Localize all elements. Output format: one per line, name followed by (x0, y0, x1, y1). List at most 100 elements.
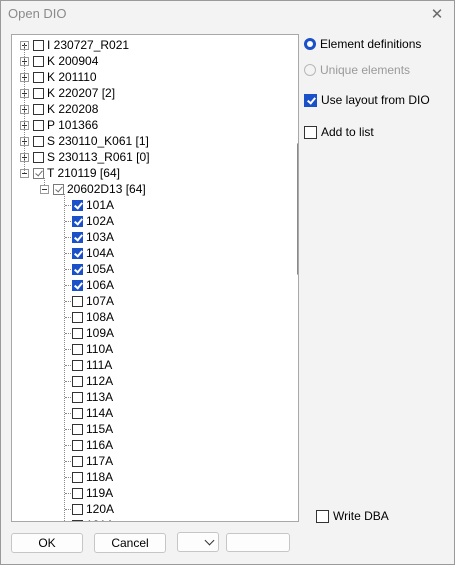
ok-button[interactable]: OK (11, 533, 83, 553)
tree-item-label: K 200904 (47, 54, 99, 68)
tree-item-label: 103A (86, 230, 115, 244)
checkbox-checked-icon[interactable] (72, 199, 83, 211)
tree-item-label: I 230727_R021 (47, 38, 130, 52)
tree-leaf[interactable]: 104A (72, 245, 114, 261)
tree-leaf[interactable]: 103A (72, 229, 114, 245)
checkbox-unchecked-icon[interactable] (72, 487, 83, 499)
tree-item[interactable]: S 230113_R061 [0] (20, 149, 150, 165)
tree-item-label: K 201110 (47, 70, 97, 84)
tree-leaf[interactable]: 105A (72, 261, 114, 277)
add-to-list-checkbox[interactable]: Add to list (304, 125, 374, 139)
checkbox-unchecked-icon[interactable] (72, 471, 83, 483)
checkbox-checked-icon[interactable] (72, 231, 83, 243)
element-definitions-radio[interactable]: Element definitions (304, 37, 421, 51)
tree-leaf[interactable]: 102A (72, 213, 114, 229)
tree-connector-line (65, 509, 71, 510)
checkbox-unchecked-icon[interactable] (33, 55, 44, 67)
tree-scrollbar[interactable] (297, 143, 298, 275)
tree-item[interactable]: P 101366 (20, 117, 98, 133)
checkbox-unchecked-icon[interactable] (72, 359, 83, 371)
tree-leaf[interactable]: 112A (72, 373, 113, 389)
tree-item-label: 113A (86, 390, 114, 404)
tree-leaf[interactable]: 119A (72, 485, 113, 501)
tree-connector-line (65, 413, 71, 414)
use-layout-checkbox[interactable]: Use layout from DIO (304, 93, 430, 107)
checkbox-unchecked-icon[interactable] (72, 439, 83, 451)
tree-connector-line (65, 477, 71, 478)
tree-item[interactable]: I 230727_R021 (20, 37, 129, 53)
checkbox-unchecked-icon[interactable] (33, 103, 44, 115)
format-dropdown[interactable] (177, 532, 219, 552)
tree-leaf[interactable]: 110A (72, 341, 113, 357)
tree-connector-line (65, 253, 71, 254)
checkbox-checked-icon[interactable] (72, 215, 83, 227)
tree-leaf[interactable]: 121A (72, 517, 114, 521)
checkbox-unchecked-icon (316, 509, 329, 523)
tree-leaf[interactable]: 120A (72, 501, 114, 517)
tree-item[interactable]: K 200904 (20, 53, 98, 69)
checkbox-unchecked-icon[interactable] (72, 503, 83, 515)
unique-elements-radio[interactable]: Unique elements (304, 63, 410, 77)
tree-leaf[interactable]: 111A (72, 357, 112, 373)
checkbox-unchecked-icon[interactable] (72, 407, 83, 419)
checkbox-unchecked-icon[interactable] (72, 295, 83, 307)
checkbox-unchecked-icon[interactable] (72, 375, 83, 387)
tree-leaf[interactable]: 106A (72, 277, 114, 293)
tree-item-label: P 101366 (47, 118, 99, 132)
checkbox-unchecked-icon[interactable] (72, 311, 83, 323)
tree-connector-line (65, 221, 71, 222)
tree-item[interactable]: T 210119 [64] (20, 165, 120, 181)
tree-leaf[interactable]: 115A (72, 421, 113, 437)
checkbox-unchecked-icon[interactable] (72, 519, 83, 521)
close-button[interactable]: ✕ (426, 3, 448, 25)
write-dba-checkbox[interactable]: Write DBA (316, 509, 389, 523)
tree-item[interactable]: S 230110_K061 [1] (20, 133, 149, 149)
tree-connector-line (65, 381, 71, 382)
checkbox-unchecked-icon[interactable] (72, 423, 83, 435)
tree-item[interactable]: 20602D13 [64] (40, 181, 146, 197)
checkbox-checked-icon[interactable] (72, 263, 83, 275)
checkbox-unchecked-icon[interactable] (72, 391, 83, 403)
tree-connector-line (65, 237, 71, 238)
tree-item[interactable]: K 201110 (20, 69, 97, 85)
tree-leaf[interactable]: 114A (72, 405, 113, 421)
checkbox-unchecked-icon[interactable] (33, 39, 44, 51)
checkbox-unchecked-icon[interactable] (33, 119, 44, 131)
tree-leaf[interactable]: 118A (72, 469, 113, 485)
checkbox-unchecked-icon[interactable] (33, 135, 44, 147)
tree-leaf[interactable]: 108A (72, 309, 114, 325)
tree-item-label: 121A (86, 518, 114, 521)
tree-item-label: K 220207 [2] (47, 86, 116, 100)
checkbox-unchecked-icon (304, 125, 317, 139)
checkbox-partial-icon[interactable] (33, 167, 44, 179)
tree-connector-line (64, 194, 65, 521)
tree-leaf[interactable]: 107A (72, 293, 114, 309)
checkbox-unchecked-icon[interactable] (72, 455, 83, 467)
tree-item-label: 104A (86, 246, 115, 260)
cancel-button[interactable]: Cancel (94, 533, 166, 553)
tree-item[interactable]: K 220208 (20, 101, 98, 117)
tree-connector-line (65, 493, 71, 494)
extra-button[interactable] (226, 533, 290, 552)
tree-leaf[interactable]: 113A (72, 389, 113, 405)
checkbox-unchecked-icon[interactable] (33, 151, 44, 163)
collapse-icon[interactable] (40, 184, 49, 194)
checkbox-unchecked-icon[interactable] (33, 71, 44, 83)
checkbox-checked-icon[interactable] (72, 279, 83, 291)
checkbox-unchecked-icon[interactable] (72, 327, 83, 339)
tree-item[interactable]: K 220207 [2] (20, 85, 115, 101)
checkbox-unchecked-icon[interactable] (33, 87, 44, 99)
tree-item-label: 114A (86, 406, 114, 420)
tree-leaf[interactable]: 117A (72, 453, 113, 469)
use-layout-label: Use layout from DIO (321, 93, 430, 107)
tree-item-label: 102A (86, 214, 115, 228)
checkbox-checked-icon[interactable] (72, 247, 83, 259)
tree-item-label: 110A (86, 342, 114, 356)
checkbox-unchecked-icon[interactable] (72, 343, 83, 355)
tree-item-label: 111A (86, 358, 113, 372)
tree-leaf[interactable]: 116A (72, 437, 113, 453)
dio-tree-view[interactable]: I 230727_R021 K 200904 K 201110 K 220207 [2… (11, 34, 299, 522)
tree-leaf[interactable]: 101A (72, 197, 114, 213)
checkbox-partial-icon[interactable] (53, 183, 64, 195)
tree-leaf[interactable]: 109A (72, 325, 114, 341)
